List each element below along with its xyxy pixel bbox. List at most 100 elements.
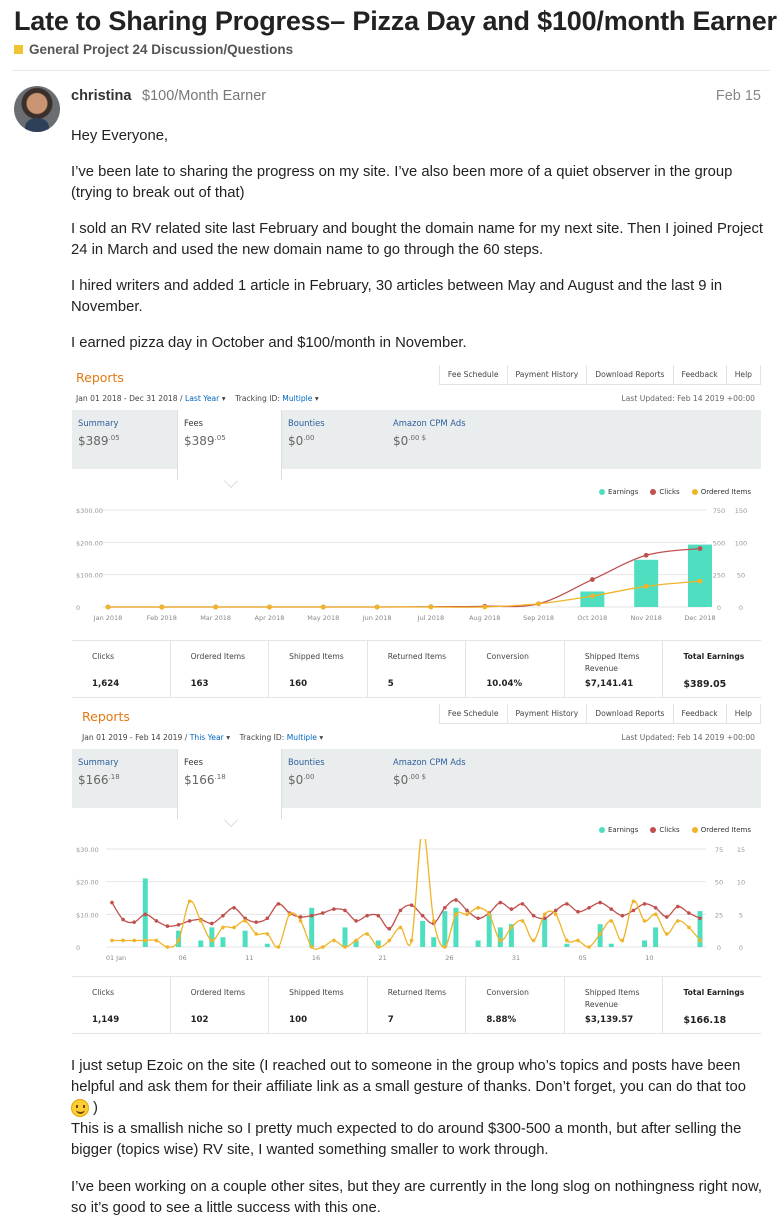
- stat-label: Clicks: [92, 988, 115, 997]
- stat-cell: Conversion 8.88%: [466, 977, 565, 1033]
- post-username[interactable]: christina: [71, 88, 131, 104]
- tab-fees[interactable]: Fees $166.18: [177, 749, 282, 828]
- tab-fees[interactable]: Fees $389.05: [177, 410, 282, 489]
- clicks-line: [108, 547, 701, 608]
- clicks-point: [265, 916, 270, 921]
- avatar[interactable]: [14, 86, 60, 132]
- post-date[interactable]: Feb 15: [716, 88, 761, 104]
- ordered-items-point: [531, 938, 536, 943]
- earnings-bar: [475, 940, 481, 947]
- y-tick-label: $300.00: [76, 507, 103, 515]
- report-tabs: Summary $166.18 Fees $166.18 Bounties $0.00…: [72, 749, 761, 828]
- tab-summary[interactable]: Summary $166.18: [72, 749, 177, 808]
- period-dropdown[interactable]: Last Year: [185, 394, 219, 403]
- clicks-point: [154, 919, 159, 923]
- legend-earnings[interactable]: Earnings: [598, 826, 638, 834]
- x-tick-label: 11: [245, 954, 253, 962]
- tab-amount: $166.18: [184, 773, 275, 787]
- reports-title: Reports: [82, 709, 130, 724]
- legend-ordered[interactable]: Ordered Items: [691, 488, 751, 496]
- y2-tick-label: 0: [717, 944, 721, 952]
- earnings-bar: [564, 943, 570, 947]
- download-reports-link[interactable]: Download Reports: [587, 704, 674, 723]
- chevron-down-icon[interactable]: ▾: [222, 394, 226, 403]
- legend-ordered[interactable]: Ordered Items: [691, 826, 751, 834]
- feedback-link[interactable]: Feedback: [674, 704, 727, 723]
- stat-label: Shipped Items Revenue: [584, 988, 640, 1009]
- tab-summary[interactable]: Summary $389.05: [72, 410, 177, 469]
- ordered-items-point: [536, 601, 541, 607]
- ordered-items-point: [443, 945, 447, 949]
- clicks-swatch: [650, 489, 657, 495]
- report-tabs: Summary $389.05 Fees $389.05 Bounties $0.00…: [72, 410, 761, 489]
- earnings-bar: [542, 917, 548, 947]
- ordered-items-point: [631, 899, 636, 904]
- amount-whole: $0: [393, 773, 409, 787]
- title-divider: [12, 70, 770, 71]
- feedback-link[interactable]: Feedback: [674, 365, 727, 384]
- tab-amazon-cpm-ads[interactable]: Amazon CPM Ads $0.00 $: [387, 410, 527, 469]
- fee-schedule-link[interactable]: Fee Schedule: [440, 704, 508, 723]
- legend-clicks[interactable]: Clicks: [650, 826, 680, 834]
- legend-clicks[interactable]: Clicks: [650, 488, 680, 496]
- payment-history-link[interactable]: Payment History: [508, 365, 588, 384]
- chevron-down-icon[interactable]: ▾: [315, 394, 319, 403]
- clicks-point: [387, 926, 392, 931]
- earnings-bar: [653, 927, 659, 947]
- ordered-items-point: [121, 938, 125, 943]
- payment-history-link[interactable]: Payment History: [508, 704, 588, 723]
- legend-earnings[interactable]: Earnings: [598, 488, 638, 496]
- report-nav: Fee Schedule Payment History Download Re…: [438, 704, 761, 724]
- x-tick-label: 26: [445, 954, 453, 962]
- clicks-point: [642, 902, 647, 906]
- tracking-dropdown[interactable]: Multiple: [287, 733, 317, 742]
- y-tick-label: $10.00: [76, 911, 99, 919]
- amount-whole: $166: [78, 773, 109, 787]
- clicks-point: [187, 919, 192, 923]
- clicks-point: [553, 908, 558, 913]
- help-link[interactable]: Help: [727, 365, 761, 384]
- tab-bounties[interactable]: Bounties $0.00: [282, 410, 387, 469]
- y3-tick-label: 15: [737, 846, 745, 854]
- help-link[interactable]: Help: [727, 704, 761, 723]
- clicks-point: [576, 909, 580, 914]
- earnings-bar: [420, 920, 426, 947]
- amount-whole: $389: [184, 434, 215, 448]
- post-paragraph: I earned pizza day in October and $100/m…: [71, 335, 467, 351]
- ordered-items-point: [620, 938, 625, 943]
- x-tick-label: Jan 2018: [93, 614, 123, 622]
- earnings-bar: [431, 937, 437, 947]
- y3-tick-label: 100: [735, 539, 747, 547]
- download-reports-link[interactable]: Download Reports: [587, 365, 674, 384]
- ordered-items-point: [431, 919, 436, 923]
- period-dropdown[interactable]: This Year: [190, 733, 224, 742]
- amount-cents: .00 $: [408, 773, 427, 781]
- stat-value: 1,624: [92, 679, 120, 689]
- amount-cents: .00: [303, 434, 315, 442]
- tab-bounties[interactable]: Bounties $0.00: [282, 749, 387, 808]
- tracking-dropdown[interactable]: Multiple: [282, 394, 312, 403]
- ordered-items-point: [643, 583, 649, 589]
- tab-amazon-cpm-ads[interactable]: Amazon CPM Ads $0.00 $: [387, 749, 527, 808]
- ordered-items-point: [265, 932, 270, 936]
- ordered-items-point: [520, 919, 525, 923]
- chevron-down-icon[interactable]: ▾: [226, 733, 230, 742]
- ordered-items-point: [105, 604, 111, 610]
- ordered-items-point: [320, 604, 326, 610]
- clicks-point: [587, 906, 591, 910]
- ordered-items-point: [287, 912, 292, 917]
- ordered-items-point: [332, 938, 336, 943]
- y-tick-label: 0: [76, 944, 80, 952]
- ordered-items-point: [232, 925, 236, 930]
- chevron-down-icon[interactable]: ▾: [319, 733, 323, 742]
- earnings-chart-2018: $300.00 750 150$200.00 500 100$100.00 250 500 0…: [76, 507, 747, 622]
- topic-title[interactable]: Late to Sharing Progress– Pizza Day and …: [14, 6, 777, 37]
- clicks-point: [697, 546, 703, 551]
- earnings-report-2019: Reports Fee Schedule Payment History Dow…: [72, 704, 761, 1036]
- category-label: General Project 24 Discussion/Questions: [29, 42, 294, 57]
- stat-cell: Returned Items 5: [368, 641, 467, 697]
- clicks-point: [620, 913, 625, 918]
- category-badge[interactable]: General Project 24 Discussion/Questions: [14, 42, 293, 57]
- x-tick-label: 16: [312, 954, 320, 962]
- fee-schedule-link[interactable]: Fee Schedule: [440, 365, 508, 384]
